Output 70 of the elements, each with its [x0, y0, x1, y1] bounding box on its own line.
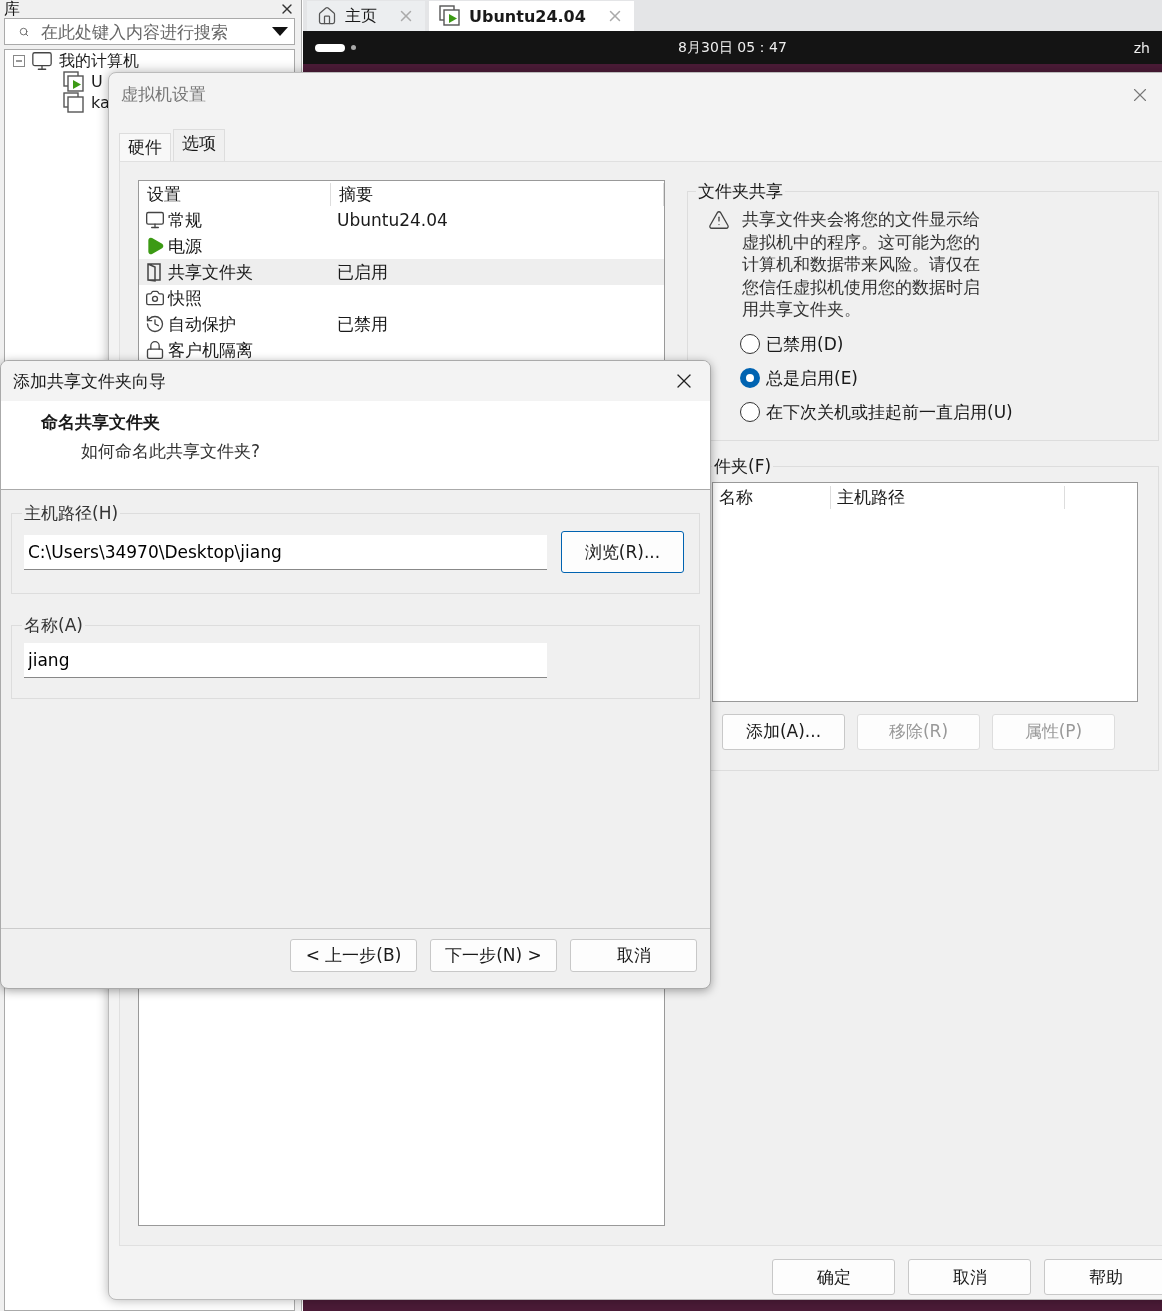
input-field[interactable]: C:\Users\34970\Desktop\jiang: [24, 534, 547, 570]
settings-row[interactable]: 共享文件夹 已启用: [139, 259, 664, 285]
monitor-icon: [145, 210, 165, 230]
radio-button[interactable]: [740, 402, 760, 422]
workspace-indicator-icon[interactable]: [315, 43, 345, 52]
input-field[interactable]: jiang: [24, 643, 547, 678]
radio-label[interactable]: 在下次关机或挂起前一直启用(U): [766, 400, 1013, 424]
field-label: 主机路径(H): [23, 502, 120, 525]
running-vm-icon: [63, 70, 85, 93]
radio-label[interactable]: 总是启用(E): [766, 366, 858, 390]
wizard-button[interactable]: 取消: [570, 939, 697, 972]
setting-name: 电源: [168, 234, 202, 258]
radio-button[interactable]: [740, 334, 760, 354]
column-header[interactable]: 设置: [139, 182, 331, 206]
setting-name: 常规: [168, 208, 202, 232]
settings-row[interactable]: 电源: [139, 233, 664, 259]
lock-icon: [145, 340, 165, 360]
vm-icon: [63, 91, 85, 114]
collapse-icon[interactable]: [13, 54, 25, 67]
dialog-title: 添加共享文件夹向导: [13, 369, 166, 393]
settings-row[interactable]: 快照: [139, 285, 664, 311]
tree-item[interactable]: ka: [91, 92, 110, 113]
home-icon: [317, 6, 337, 26]
wizard-button[interactable]: 下一步(N) >: [430, 939, 557, 972]
tab[interactable]: 硬件: [119, 133, 171, 161]
setting-summary: 已启用: [337, 260, 388, 284]
computer-icon: [31, 49, 53, 72]
settings-row[interactable]: 常规 Ubuntu24.04: [139, 207, 664, 233]
language-indicator[interactable]: zh: [1133, 39, 1150, 56]
dropdown-caret-icon[interactable]: [272, 27, 288, 36]
column-header[interactable]: 摘要: [331, 182, 664, 206]
browse-button[interactable]: 浏览(R)...: [561, 531, 684, 573]
tab[interactable]: 选项: [173, 129, 225, 161]
column-header[interactable]: 主机路径: [831, 486, 1065, 509]
radio-button[interactable]: [740, 368, 760, 388]
settings-row[interactable]: 客户机隔离: [139, 337, 664, 363]
dialog-button[interactable]: 确定: [772, 1259, 895, 1295]
tree-item[interactable]: U: [91, 71, 103, 92]
tab[interactable]: Ubuntu24.04: [429, 1, 634, 31]
setting-name: 自动保护: [168, 312, 236, 336]
tab[interactable]: 主页: [307, 1, 425, 31]
search-field[interactable]: 在此处键入内容进行搜索: [4, 18, 295, 45]
dialog-title: 虚拟机设置: [121, 83, 206, 106]
workspace-dot-icon[interactable]: [351, 45, 356, 50]
column-header[interactable]: 名称: [713, 486, 831, 509]
date-time[interactable]: 8月30日 05：47: [678, 38, 787, 57]
field-label: 名称(A): [23, 614, 84, 637]
setting-summary: 已禁用: [337, 312, 388, 336]
setting-name: 共享文件夹: [168, 260, 253, 284]
action-button[interactable]: 添加(A)...: [722, 713, 845, 750]
camera-icon: [145, 288, 165, 308]
wizard-subheading: 如何命名此共享文件夹?: [80, 440, 262, 463]
tree-item[interactable]: 我的计算机: [59, 50, 139, 71]
settings-row[interactable]: 自动保护 已禁用: [139, 311, 664, 337]
group-label: 文件夹共享: [697, 180, 784, 203]
warning-text: 共享文件夹会将您的文件显示给虚拟机中的程序。这可能为您的计算机和数据带来风险。请仅在您信任虚拟机使用您的数据时启用共享文件夹。: [742, 209, 981, 321]
panel-title: 库: [4, 0, 20, 17]
wizard-button[interactable]: < 上一步(B): [290, 939, 417, 972]
clock-icon: [145, 314, 165, 334]
radio-label[interactable]: 已禁用(D): [766, 332, 844, 356]
wizard-heading: 命名共享文件夹: [41, 411, 161, 434]
warning-icon: [708, 209, 730, 231]
dialog-button[interactable]: 帮助: [1044, 1259, 1162, 1295]
setting-name: 快照: [168, 286, 202, 310]
group-label: 件夹(F): [713, 454, 773, 478]
play-icon: [145, 236, 165, 256]
setting-name: 客户机隔离: [168, 338, 253, 362]
dialog-button[interactable]: 取消: [908, 1259, 1031, 1295]
setting-summary: Ubuntu24.04: [337, 210, 448, 230]
running-vm-icon: [439, 5, 461, 27]
